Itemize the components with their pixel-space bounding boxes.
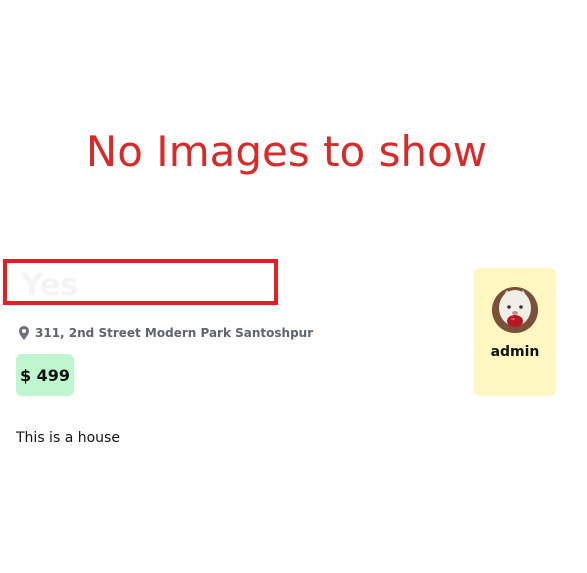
owner-name: admin	[490, 344, 540, 360]
listing-title: Yes	[21, 268, 79, 303]
price-badge: $ 499	[16, 354, 74, 396]
map-pin-icon	[18, 326, 30, 340]
owner-card[interactable]: admin	[474, 268, 556, 396]
listing-page: No Images to show Yes 311, 2nd Street Mo…	[0, 0, 587, 573]
listing-address: 311, 2nd Street Modern Park Santoshpur	[18, 325, 313, 341]
listing-title-highlight: Yes	[3, 259, 278, 305]
empty-gallery-message: No Images to show	[85, 127, 488, 176]
address-text: 311, 2nd Street Modern Park Santoshpur	[35, 326, 314, 340]
owner-avatar	[492, 287, 538, 333]
listing-description: This is a house	[16, 430, 120, 446]
